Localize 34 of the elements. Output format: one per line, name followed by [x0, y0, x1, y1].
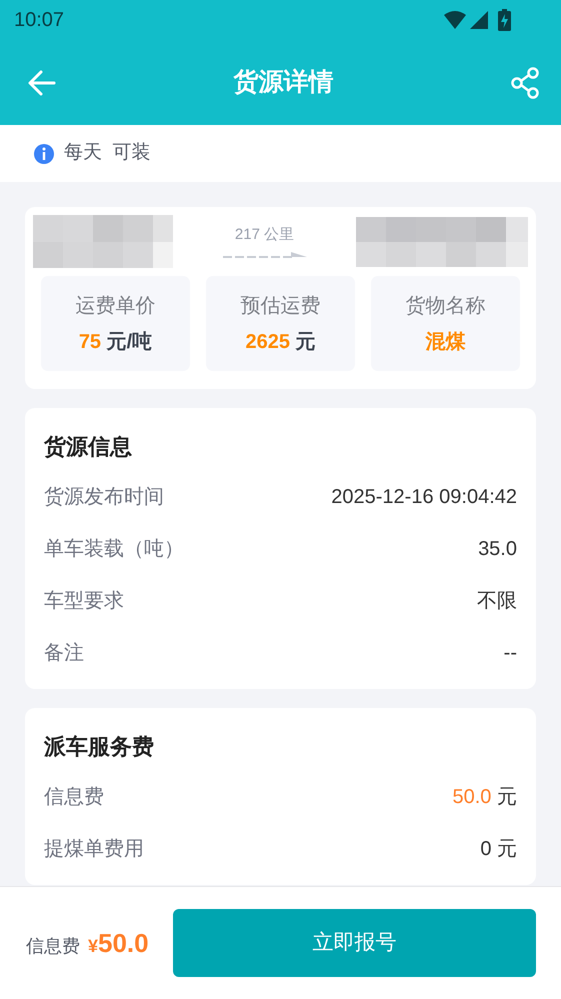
status-time: 10:07 [14, 8, 64, 33]
row-value: 50.0 元 [452, 785, 517, 810]
row-value: 0 元 [480, 837, 517, 862]
row-label: 备注 [44, 641, 84, 666]
distance-text: 217 公里 [234, 225, 294, 246]
stat-value: 混煤 [426, 330, 466, 354]
row-value: 2025-12-16 09:04:42 [331, 485, 517, 510]
arrow-icon [222, 250, 306, 259]
stat-label: 货物名称 [406, 294, 486, 318]
stat-label: 运费单价 [76, 294, 156, 318]
back-icon[interactable] [28, 70, 56, 96]
row-label: 单车装载（吨） [44, 537, 184, 562]
fee-amount: ¥50.0 [88, 926, 149, 960]
row-label: 货源发布时间 [44, 485, 164, 510]
fee-label: 信息费 [26, 934, 80, 958]
signal-icon [470, 11, 488, 29]
row-value: 35.0 [478, 537, 517, 562]
row-label: 信息费 [44, 785, 104, 810]
info-icon [34, 144, 54, 164]
wifi-icon [444, 11, 466, 29]
row-value: 不限 [477, 589, 517, 614]
row-label: 车型要求 [44, 589, 124, 614]
apply-button[interactable]: 立即报号 [172, 909, 536, 977]
stat-value: 75 元/吨 [78, 330, 152, 354]
share-icon[interactable] [511, 66, 539, 98]
stat-label: 预估运费 [240, 294, 320, 318]
row-value: -- [504, 641, 517, 666]
section-title: 货源信息 [44, 433, 133, 461]
section-title: 派车服务费 [44, 733, 155, 761]
stat-value: 2625 元 [245, 330, 316, 354]
row-label: 提煤单费用 [44, 837, 144, 862]
notice-text: 每天 可装 [64, 141, 151, 166]
battery-icon [498, 9, 511, 31]
page-title: 货源详情 [234, 66, 334, 98]
